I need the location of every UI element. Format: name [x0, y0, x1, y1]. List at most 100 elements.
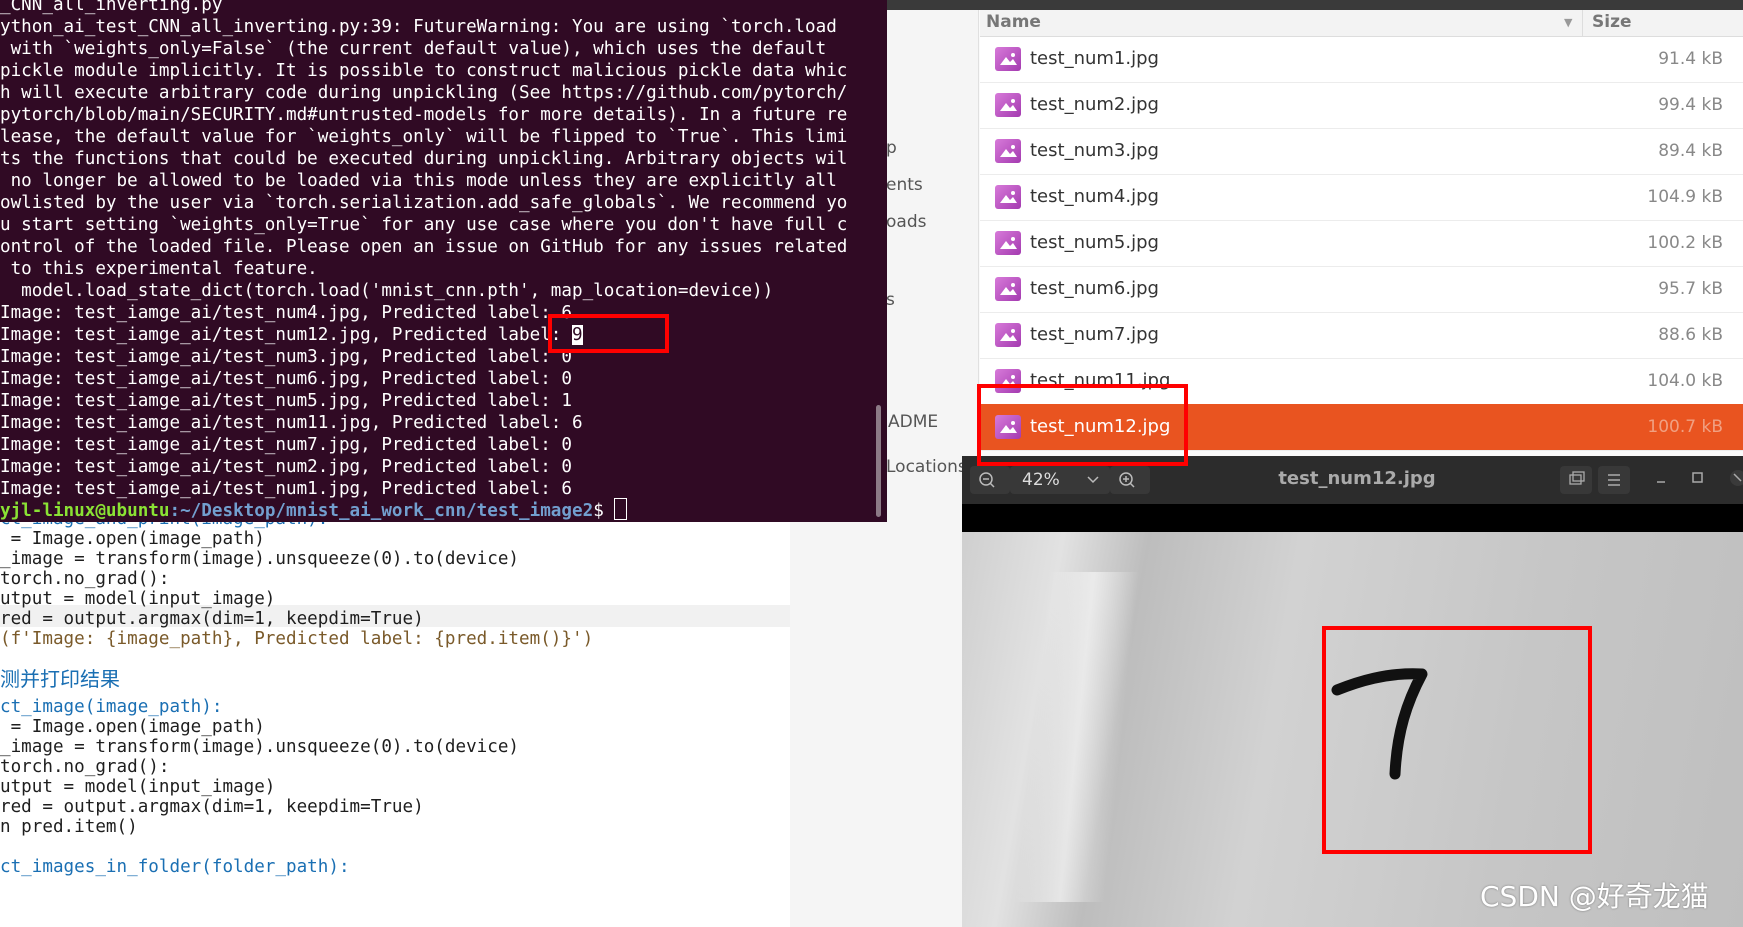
file-size: 100.7 kB [1647, 417, 1723, 437]
terminal-output-line: u start setting `weights_only=True` for … [0, 215, 848, 235]
terminal-output-line: Image: test_iamge_ai/test_num11.jpg, Pre… [0, 413, 583, 433]
file-row[interactable]: test_num12.jpg 100.7 kB [980, 404, 1743, 451]
terminal-output-line: Image: test_iamge_ai/test_num4.jpg, Pred… [0, 303, 572, 323]
file-row[interactable]: test_num2.jpg 99.4 kB [980, 82, 1743, 129]
code-editor[interactable]: ct_image_and_print(image_path): = Image.… [0, 508, 790, 927]
terminal-prompt-line[interactable]: yjl-linux@ubuntu:~/Desktop/mnist_ai_work… [0, 498, 628, 521]
code-line[interactable]: torch.no_grad(): [0, 568, 169, 590]
zoom-in-icon [1119, 472, 1135, 488]
image-file-icon [995, 415, 1021, 439]
image-file-icon [995, 47, 1021, 71]
file-row[interactable]: test_num11.jpg 104.0 kB [980, 358, 1743, 405]
code-line[interactable]: utput = model(input_image) [0, 776, 275, 798]
terminal-output-line: Image: test_iamge_ai/test_num5.jpg, Pred… [0, 391, 572, 411]
code-line[interactable]: = Image.open(image_path) [0, 716, 265, 738]
file-name: test_num6.jpg [1030, 278, 1159, 299]
code-text: ct_image(image_path): [0, 697, 223, 717]
image-file-icon [995, 369, 1021, 393]
file-size: 95.7 kB [1658, 279, 1723, 299]
prompt-path: :~/Desktop/mnist_ai_work_cnn/test_image2 [169, 501, 594, 521]
file-name: test_num1.jpg [1030, 48, 1159, 69]
sidebar-item[interactable]: p [886, 138, 897, 158]
terminal-cursor [614, 498, 628, 520]
minimize-button[interactable] [1652, 468, 1672, 488]
column-header-size[interactable]: Size [1592, 12, 1632, 32]
code-line[interactable]: torch.no_grad(): [0, 756, 169, 778]
zoom-out-button[interactable] [970, 466, 1010, 494]
image-file-icon [995, 323, 1021, 347]
file-row[interactable]: test_num7.jpg 88.6 kB [980, 312, 1743, 359]
zoom-out-icon [979, 472, 995, 488]
terminal-output-line: ontrol of the loaded file. Please open a… [0, 237, 848, 257]
file-name: test_num7.jpg [1030, 324, 1159, 345]
file-row[interactable]: test_num5.jpg 100.2 kB [980, 220, 1743, 267]
sidebar-item[interactable]: ents [886, 175, 923, 195]
file-size: 100.2 kB [1647, 233, 1723, 253]
code-line[interactable]: _image = transform(image).unsqueeze(0).t… [0, 548, 519, 570]
sort-arrow-icon[interactable]: ▼ [1564, 16, 1572, 29]
watermark: CSDN @好奇龙猫 [1480, 880, 1709, 913]
image-file-icon [995, 231, 1021, 255]
terminal-output-line: Image: test_iamge_ai/test_num7.jpg, Pred… [0, 435, 572, 455]
column-divider [1582, 10, 1583, 36]
file-size: 88.6 kB [1658, 325, 1723, 345]
image-viewer-window: 42% test_num12.jpg 7 [962, 456, 1743, 927]
code-line[interactable]: (f'Image: {image_path}, Predicted label:… [0, 628, 593, 650]
code-line[interactable]: utput = model(input_image) [0, 588, 275, 610]
file-name: test_num5.jpg [1030, 232, 1159, 253]
terminal-output-line: Image: test_iamge_ai/test_num12.jpg, Pre… [0, 324, 583, 346]
sidebar-item-readme[interactable]: ADME [888, 412, 938, 432]
file-list[interactable]: Name ▼ Size test_num1.jpg 91.4 kB test_num… [980, 10, 1743, 451]
terminal-output-line: _CNN_all_inverting.py [0, 0, 223, 15]
file-size: 91.4 kB [1658, 49, 1723, 69]
image-file-icon [995, 277, 1021, 301]
file-size: 89.4 kB [1658, 141, 1723, 161]
file-row[interactable]: test_num6.jpg 95.7 kB [980, 266, 1743, 313]
terminal-output-line: to this experimental feature. [0, 259, 318, 279]
close-button[interactable] [1724, 468, 1743, 488]
maximize-icon [1692, 472, 1703, 483]
terminal-output-line: ts the functions that could be executed … [0, 149, 848, 169]
code-line[interactable]: red = output.argmax(dim=1, keepdim=True) [0, 608, 424, 630]
sidebar-item[interactable]: s [886, 290, 895, 310]
file-row[interactable]: test_num1.jpg 91.4 kB [980, 36, 1743, 83]
code-line[interactable]: n pred.item() [0, 816, 138, 838]
gallery-button[interactable] [1560, 466, 1592, 494]
terminal-output-line: lease, the default value for `weights_on… [0, 127, 848, 147]
terminal-scrollbar[interactable] [876, 405, 881, 517]
terminal-output-line: pickle module implicitly. It is possible… [0, 61, 848, 81]
terminal-window[interactable]: _CNN_all_inverting.py ython_ai_test_CNN_a… [0, 0, 887, 522]
file-name: test_num4.jpg [1030, 186, 1159, 207]
prompt-user: yjl-linux@ubuntu [0, 501, 170, 521]
terminal-output-line: owlisted by the user via `torch.serializ… [0, 193, 848, 213]
maximize-button[interactable] [1688, 468, 1708, 488]
zoom-level-dropdown[interactable]: 42% [1010, 466, 1110, 494]
terminal-output-line: Image: test_iamge_ai/test_num6.jpg, Pred… [0, 369, 572, 389]
code-line[interactable]: = Image.open(image_path) [0, 528, 265, 550]
file-name: test_num3.jpg [1030, 140, 1159, 161]
code-line[interactable]: ct_image(image_path): [0, 696, 222, 718]
menu-button[interactable] [1598, 466, 1630, 494]
prompt-symbol: $ [593, 501, 615, 521]
sidebar-item[interactable]: oads [886, 212, 926, 232]
zoom-in-button[interactable] [1110, 466, 1150, 494]
column-header-name[interactable]: Name [986, 12, 1041, 32]
terminal-output-text: Image: test_iamge_ai/test_num12.jpg, Pre… [0, 325, 572, 345]
code-line[interactable]: red = output.argmax(dim=1, keepdim=True) [0, 796, 424, 818]
image-canvas[interactable]: 7 [962, 504, 1743, 927]
file-row[interactable]: test_num4.jpg 104.9 kB [980, 174, 1743, 221]
file-row[interactable]: test_num3.jpg 89.4 kB [980, 128, 1743, 175]
image-viewer-title: test_num12.jpg [1278, 468, 1436, 489]
file-size: 99.4 kB [1658, 95, 1723, 115]
code-comment[interactable]: 测并打印结果 [0, 668, 120, 696]
chevron-down-icon [1087, 476, 1099, 484]
hamburger-menu-icon [1608, 474, 1620, 486]
image-file-icon [995, 139, 1021, 163]
photo-glare [1014, 572, 1140, 902]
code-line[interactable]: ct_images_in_folder(folder_path): [0, 856, 350, 878]
terminal-output-line: model.load_state_dict(torch.load('mnist_… [0, 281, 774, 301]
file-size: 104.0 kB [1647, 371, 1723, 391]
code-text: ct_images_in_folder(folder_path): [0, 857, 350, 877]
code-line[interactable]: _image = transform(image).unsqueeze(0).t… [0, 736, 519, 758]
sidebar-item-other-locations[interactable]: Locations [886, 457, 967, 477]
